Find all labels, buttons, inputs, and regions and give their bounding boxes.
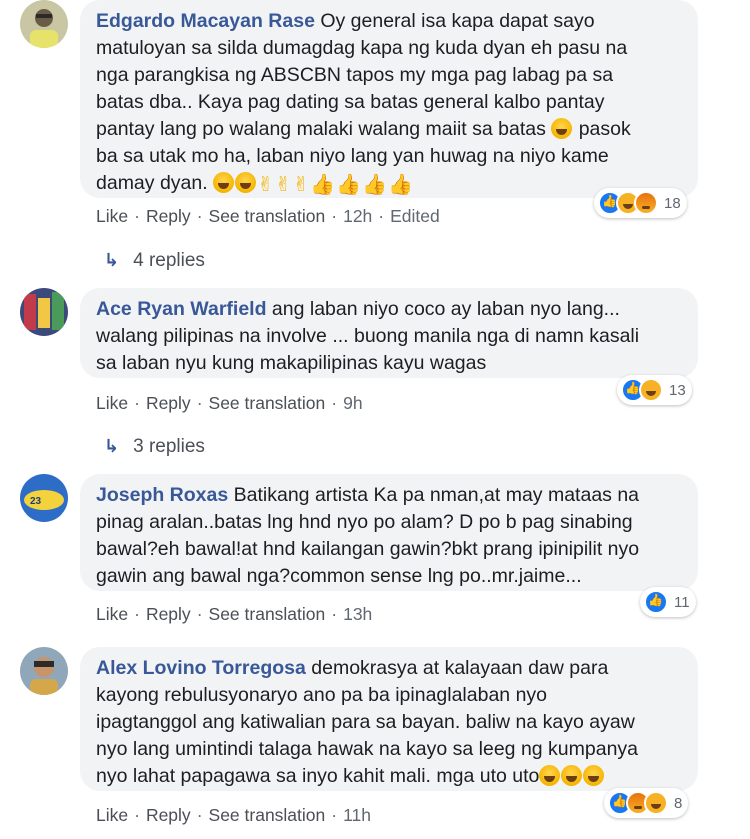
thumbs-up-icon: 👍	[310, 174, 336, 196]
reply-arrow-icon: ↳	[104, 436, 120, 456]
laughing-emoji-icon	[539, 765, 561, 786]
thumbs-up-icon: 👍	[336, 174, 362, 196]
comment-text: Oy general isa kapa dapat sayo matuloyan…	[96, 10, 631, 196]
comment-author[interactable]: Edgardo Macayan Rase	[96, 10, 315, 32]
separator: ·	[331, 805, 338, 825]
comment-author[interactable]: Alex Lovino Torregosa	[96, 657, 306, 679]
see-translation-link[interactable]: See translation	[209, 393, 326, 413]
comment-actions: Like · Reply · See translation · 11h	[96, 805, 371, 826]
comment-bubble: Joseph Roxas Batikang artista Ka pa nman…	[80, 474, 698, 591]
laughing-emoji-icon	[561, 765, 583, 786]
separator: ·	[196, 393, 203, 413]
reply-link[interactable]: Reply	[146, 604, 191, 624]
victory-hand-icon: ✌	[292, 174, 310, 196]
like-link[interactable]: Like	[96, 604, 128, 624]
separator: ·	[331, 604, 338, 624]
avatar[interactable]: 23	[20, 474, 68, 522]
haha-icon	[644, 791, 668, 815]
separator: ·	[134, 805, 140, 825]
replies-count: 3 replies	[133, 436, 205, 457]
separator: ·	[331, 206, 338, 226]
angry-icon	[634, 191, 658, 215]
avatar[interactable]	[20, 647, 68, 695]
reply-link[interactable]: Reply	[146, 206, 191, 226]
victory-hand-icon: ✌	[257, 174, 274, 196]
svg-text:23: 23	[30, 496, 42, 507]
thumbs-up-icon: 👍	[388, 174, 413, 196]
replies-count: 4 replies	[133, 250, 205, 271]
comment-actions: Like · Reply · See translation · 12h · Edited	[96, 206, 440, 227]
comment-bubble: Alex Lovino Torregosa demokrasya at kala…	[80, 647, 698, 791]
comment-timestamp[interactable]: 9h	[343, 393, 362, 413]
comment-actions: Like · Reply · See translation · 9h	[96, 393, 363, 414]
comment-author[interactable]: Joseph Roxas	[96, 484, 228, 506]
reaction-summary[interactable]: 13	[617, 375, 692, 405]
see-translation-link[interactable]: See translation	[209, 206, 326, 226]
laughing-emoji-icon	[583, 765, 605, 786]
see-translation-link[interactable]: See translation	[209, 805, 326, 825]
avatar[interactable]	[20, 288, 68, 336]
laughing-emoji-icon	[551, 118, 573, 139]
like-link[interactable]: Like	[96, 393, 128, 413]
reply-arrow-icon: ↳	[104, 250, 120, 270]
like-link[interactable]: Like	[96, 206, 128, 226]
like-icon	[644, 590, 668, 614]
separator: ·	[196, 206, 203, 226]
comment-author[interactable]: Ace Ryan Warfield	[96, 298, 267, 320]
reaction-count: 8	[674, 794, 683, 812]
laughing-emoji-icon	[235, 172, 257, 193]
haha-icon	[639, 378, 663, 402]
reaction-summary[interactable]: 18	[594, 188, 687, 218]
comment-timestamp[interactable]: 12h	[343, 206, 372, 226]
thumbs-up-icon: 👍	[362, 174, 388, 196]
reaction-summary[interactable]: 8	[604, 788, 689, 818]
view-replies-link[interactable]: ↳ 3 replies	[104, 436, 205, 458]
avatar[interactable]	[20, 0, 68, 48]
separator: ·	[134, 206, 140, 226]
comment-bubble: Edgardo Macayan Rase Oy general isa kapa…	[80, 0, 698, 198]
reaction-summary[interactable]: 11	[640, 587, 696, 617]
reaction-count: 13	[669, 381, 686, 399]
reaction-count: 18	[664, 194, 681, 212]
comment-bubble: Ace Ryan Warfield ang laban niyo coco ay…	[80, 288, 698, 378]
view-replies-link[interactable]: ↳ 4 replies	[104, 250, 205, 272]
separator: ·	[196, 604, 203, 624]
reply-link[interactable]: Reply	[146, 805, 191, 825]
edited-label[interactable]: Edited	[390, 206, 440, 226]
victory-hand-icon: ✌	[274, 174, 292, 196]
separator: ·	[378, 206, 385, 226]
separator: ·	[134, 393, 140, 413]
comment-timestamp[interactable]: 11h	[343, 805, 371, 825]
separator: ·	[331, 393, 338, 413]
reply-link[interactable]: Reply	[146, 393, 191, 413]
laughing-emoji-icon	[213, 172, 235, 193]
like-link[interactable]: Like	[96, 805, 128, 825]
reaction-count: 11	[674, 593, 690, 611]
see-translation-link[interactable]: See translation	[209, 604, 326, 624]
separator: ·	[134, 604, 140, 624]
comment-actions: Like · Reply · See translation · 13h	[96, 604, 372, 625]
comment-timestamp[interactable]: 13h	[343, 604, 372, 624]
separator: ·	[196, 805, 203, 825]
